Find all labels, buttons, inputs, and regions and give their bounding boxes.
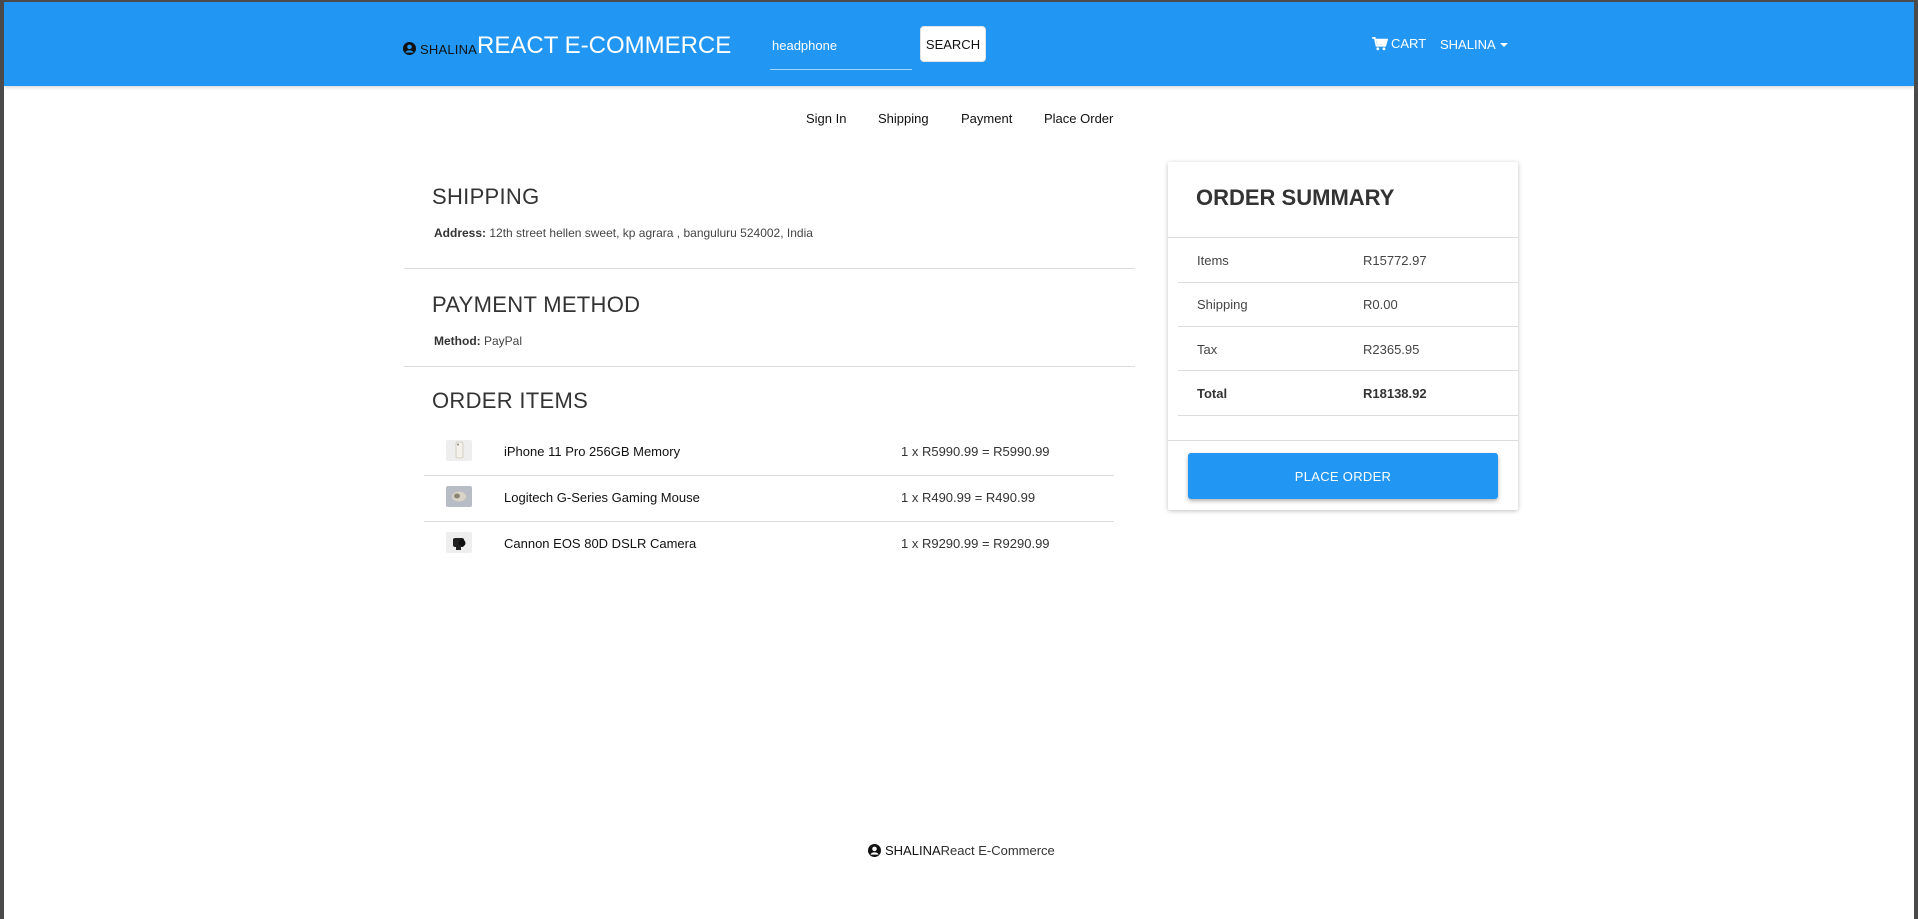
divider <box>404 366 1135 367</box>
order-item-row: Logitech G-Series Gaming Mouse 1 x R490.… <box>424 476 1114 522</box>
order-item-row: iPhone 11 Pro 256GB Memory 1 x R5990.99 … <box>424 430 1114 476</box>
shopping-cart-icon <box>1372 36 1388 50</box>
cart-link[interactable]: CART <box>1372 36 1426 51</box>
item-name-link[interactable]: iPhone 11 Pro 256GB Memory <box>504 444 680 459</box>
brand-title: REACT E-COMMERCE <box>477 32 732 59</box>
summary-tax-label: Tax <box>1197 342 1218 357</box>
order-summary-title: ORDER SUMMARY <box>1196 185 1395 210</box>
divider <box>1178 326 1518 327</box>
summary-items-label: Items <box>1197 253 1229 268</box>
shipping-address: Address: 12th street hellen sweet, kp ag… <box>434 226 813 240</box>
user-circle-icon <box>868 844 881 857</box>
brand-small-text: SHALINA <box>420 42 478 57</box>
item-price: 1 x R9290.99 = R9290.99 <box>901 536 1050 551</box>
user-circle-icon <box>403 42 416 55</box>
summary-total-value: R18138.92 <box>1363 386 1427 401</box>
shipping-section: SHIPPING Address: 12th street hellen swe… <box>404 184 813 240</box>
item-name-link[interactable]: Cannon EOS 80D DSLR Camera <box>504 536 696 551</box>
divider <box>1178 282 1518 283</box>
summary-shipping-value: R0.00 <box>1363 297 1398 312</box>
footer: SHALINA React E-Commerce <box>868 843 1055 858</box>
cart-label: CART <box>1391 36 1427 51</box>
address-value: 12th street hellen sweet, kp agrara , ba… <box>489 226 813 240</box>
item-price: 1 x R490.99 = R490.99 <box>901 490 1036 505</box>
order-item-row: Cannon EOS 80D DSLR Camera 1 x R9290.99 … <box>424 522 1114 568</box>
method-value: PayPal <box>484 334 523 348</box>
shipping-title: SHIPPING <box>432 184 540 209</box>
footer-text: React E-Commerce <box>940 843 1055 858</box>
browser-viewport: SHALINA REACT E-COMMERCE SEARCH CART SHA… <box>4 2 1914 919</box>
step-sign-in[interactable]: Sign In <box>806 111 846 126</box>
user-dropdown[interactable]: SHALINA <box>1440 37 1508 52</box>
divider <box>1178 415 1518 416</box>
item-name-link[interactable]: Logitech G-Series Gaming Mouse <box>504 490 700 505</box>
divider <box>404 268 1135 269</box>
divider <box>1168 237 1518 238</box>
address-label: Address: <box>434 226 487 240</box>
order-items-section: ORDER ITEMS <box>404 388 588 414</box>
brand-link[interactable]: SHALINA REACT E-COMMERCE <box>403 32 732 61</box>
item-price: 1 x R5990.99 = R5990.99 <box>901 444 1050 459</box>
order-items-title: ORDER ITEMS <box>432 388 589 413</box>
summary-shipping-label: Shipping <box>1197 297 1248 312</box>
place-order-button[interactable]: PLACE ORDER <box>1188 453 1498 499</box>
payment-title: PAYMENT METHOD <box>432 292 641 317</box>
payment-method: Method: PayPal <box>434 334 640 348</box>
caret-down-icon <box>1499 42 1508 47</box>
footer-brand: SHALINA <box>885 843 941 858</box>
phone-thumbnail <box>446 440 472 461</box>
step-place-order[interactable]: Place Order <box>1044 111 1113 126</box>
divider <box>1178 370 1518 371</box>
mouse-thumbnail <box>446 486 472 507</box>
camera-thumbnail <box>446 532 472 553</box>
summary-items-value: R15772.97 <box>1363 253 1427 268</box>
step-payment[interactable]: Payment <box>961 111 1012 126</box>
search-field <box>770 26 912 70</box>
user-name: SHALINA <box>1440 37 1496 52</box>
summary-tax-value: R2365.95 <box>1363 342 1420 357</box>
search-input[interactable] <box>770 26 912 64</box>
order-summary-card: ORDER SUMMARY Items R15772.97 Shipping R… <box>1168 162 1518 510</box>
top-navbar: SHALINA REACT E-COMMERCE SEARCH CART SHA… <box>4 2 1914 86</box>
divider <box>1168 440 1518 441</box>
step-shipping[interactable]: Shipping <box>878 111 929 126</box>
method-label: Method: <box>434 334 481 348</box>
summary-total-label: Total <box>1197 386 1228 401</box>
payment-section: PAYMENT METHOD Method: PayPal <box>404 292 640 348</box>
search-button[interactable]: SEARCH <box>920 26 986 62</box>
